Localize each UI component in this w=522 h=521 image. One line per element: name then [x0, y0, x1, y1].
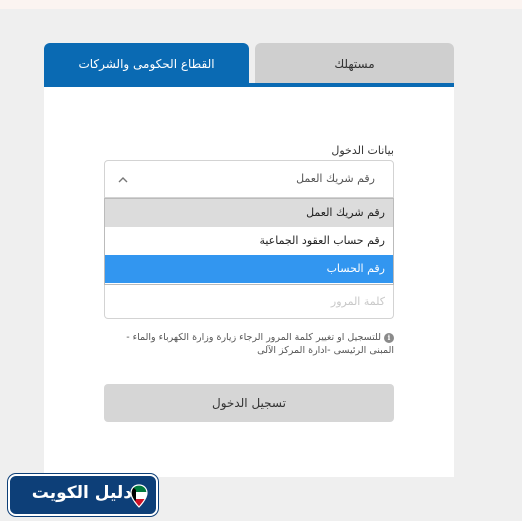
option-business-partner-number[interactable]: رقم شريك العمل — [105, 199, 393, 227]
account-type-tabs: القطاع الحكومى والشركات مستهلك — [44, 43, 454, 84]
top-strip — [0, 0, 522, 9]
kuwait-flag-pin-icon — [130, 484, 148, 508]
option-account-number[interactable]: رقم الحساب — [105, 255, 393, 283]
registration-info: iللتسجيل او تغيير كلمة المرور الرجاء زيا… — [110, 331, 394, 357]
brand-logo: دليل الكويت — [8, 474, 158, 516]
info-icon: i — [384, 332, 394, 343]
login-type-options: رقم شريك العمل رقم حساب العقود الجماعية … — [104, 198, 394, 285]
login-type-select[interactable]: رقم شريك العمل — [104, 160, 394, 198]
login-type-selected-value: رقم شريك العمل — [296, 172, 375, 185]
brand-logo-text: دليل الكويت — [31, 483, 132, 503]
login-credentials-label: بيانات الدخول — [331, 144, 394, 157]
login-button[interactable]: تسجيل الدخول — [104, 384, 394, 422]
tab-government-companies[interactable]: القطاع الحكومى والشركات — [44, 43, 249, 84]
registration-info-text: للتسجيل او تغيير كلمة المرور الرجاء زيار… — [126, 332, 394, 356]
password-field[interactable] — [104, 285, 394, 319]
tab-consumer[interactable]: مستهلك — [255, 43, 454, 84]
chevron-up-icon — [118, 177, 128, 183]
option-group-contract-account[interactable]: رقم حساب العقود الجماعية — [105, 227, 393, 255]
